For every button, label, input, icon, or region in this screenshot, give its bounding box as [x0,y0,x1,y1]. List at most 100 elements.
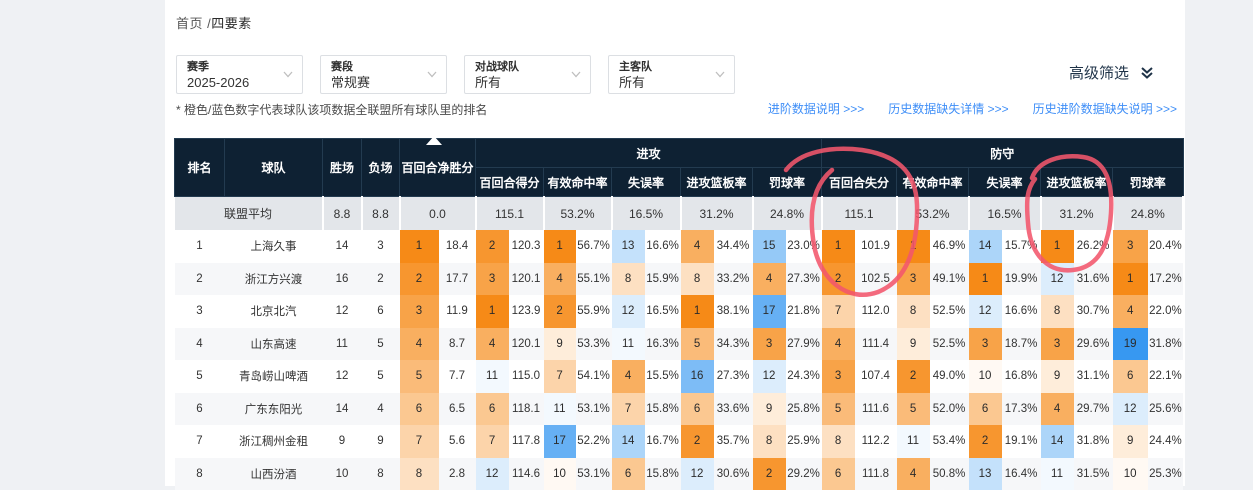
stat-rank-cell: 5 [681,328,714,361]
stat-value-cell: 16.5% [645,295,681,328]
advanced-filter-label: 高级筛选 [1069,62,1129,83]
stat-value-cell: 24.4% [1148,425,1183,458]
stat-rank-cell: 8 [753,425,786,458]
stat-rank-cell: 11 [544,393,576,426]
column-header-wins[interactable]: 胜场 [323,139,362,197]
stat-value-cell: 112.0 [855,295,897,328]
column-header-def-points-per100[interactable]: 百回合失分 [822,168,897,197]
column-header-off-points-per100[interactable]: 百回合得分 [476,168,544,197]
team-wins-cell: 10 [323,458,362,490]
filter-home-away-value: 所有 [619,74,724,91]
advanced-filter-button[interactable]: 高级筛选 [1069,62,1155,83]
stat-value-cell: 53.4% [930,425,969,458]
team-rank-cell: 3 [175,295,225,328]
stat-rank-cell: 10 [1113,458,1148,490]
column-header-off-oreb-rate[interactable]: 进攻篮板率 [681,168,753,197]
stat-rank-cell: 3 [753,328,786,361]
rank-color-legend-note: * 橙色/蓝色数字代表球队该项数据全联盟所有球队里的排名 [176,101,487,118]
column-header-losses[interactable]: 负场 [362,139,400,197]
stat-rank-cell: 6 [1113,360,1148,393]
stat-rank-cell: 8 [1041,295,1074,328]
column-header-off-efg[interactable]: 有效命中率 [544,168,612,197]
team-wins-cell: 11 [323,328,362,361]
stat-value-cell: 16.6% [645,230,681,263]
stat-value-cell: 53.3% [576,328,612,361]
filter-season-value: 2025-2026 [187,74,292,91]
stat-value-cell: 27.3% [786,263,822,296]
team-row: 8山西汾酒10882.812114.61053.1%615.8%1230.6%2… [175,458,1184,490]
stat-rank-cell: 7 [612,393,645,426]
column-header-def-efg[interactable]: 有效命中率 [897,168,969,197]
column-header-off-ft-rate[interactable]: 罚球率 [753,168,822,197]
filter-home-away-select[interactable]: 主客队 所有 [608,55,735,94]
team-row: 5青岛崂山啤酒12557.711115.0754.1%415.5%1627.3%… [175,360,1184,393]
league-average-value: 31.2% [681,197,753,231]
stat-rank-cell: 14 [1041,425,1074,458]
stat-rank-cell: 4 [897,458,930,490]
column-header-net-rating-per100[interactable]: 百回合净胜分 [400,139,476,197]
team-rank-cell: 1 [175,230,225,263]
stat-value-cell: 52.5% [930,328,969,361]
stat-rank-cell: 4 [1041,393,1074,426]
team-name-cell[interactable]: 浙江稠州金租 [225,425,323,458]
team-row: 6广东东阳光14466.56118.11153.1%715.8%633.6%92… [175,393,1184,426]
team-name-cell[interactable]: 上海久事 [225,230,323,263]
stat-rank-cell: 2 [400,263,439,296]
column-header-rank[interactable]: 排名 [175,139,225,197]
stat-rank-cell: 12 [612,295,645,328]
stat-rank-cell: 12 [753,360,786,393]
team-name-cell[interactable]: 青岛崂山啤酒 [225,360,323,393]
content-panel: 首页 /四要素 赛季 2025-2026 赛段 常规赛 对战球队 所有 主客队 … [165,0,1185,486]
stat-rank-cell: 4 [612,360,645,393]
column-header-off-tov-rate[interactable]: 失误率 [612,168,681,197]
team-name-cell[interactable]: 浙江方兴渡 [225,263,323,296]
stat-rank-cell: 9 [1113,425,1148,458]
link-history-advanced-missing-info[interactable]: 历史进阶数据缺失说明 >>> [1033,100,1177,117]
column-header-def-ft-rate[interactable]: 罚球率 [1113,168,1183,197]
breadcrumb-home[interactable]: 首页 / [176,16,211,31]
stat-value-cell: 17.7 [439,263,476,296]
sort-indicator-icon [426,136,442,145]
league-average-value: 31.2% [1041,197,1113,231]
stat-rank-cell: 9 [1041,360,1074,393]
link-history-missing-details[interactable]: 历史数据缺失详情 >>> [888,100,1008,117]
four-factors-table: 排名 球队 胜场 负场 百回合净胜分 进攻 防守 百回合得分 有效命中率 失误率… [174,138,1184,490]
stat-rank-cell: 1 [544,230,576,263]
stat-rank-cell: 2 [476,230,509,263]
filter-opponent-value: 所有 [475,74,580,91]
stat-value-cell: 21.8% [786,295,822,328]
column-header-def-tov-rate[interactable]: 失误率 [969,168,1041,197]
stat-value-cell: 18.7% [1002,328,1041,361]
column-header-team[interactable]: 球队 [225,139,323,197]
stat-value-cell: 27.3% [714,360,753,393]
team-losses-cell: 4 [362,393,400,426]
stat-value-cell: 33.6% [714,393,753,426]
filter-stage-select[interactable]: 赛段 常规赛 [320,55,447,94]
stat-value-cell: 16.8% [1002,360,1041,393]
stat-rank-cell: 12 [476,458,509,490]
filter-season-select[interactable]: 赛季 2025-2026 [176,55,303,94]
stat-rank-cell: 7 [476,425,509,458]
stat-value-cell: 19.1% [1002,425,1041,458]
team-wins-cell: 14 [323,393,362,426]
stat-value-cell: 15.7% [1002,230,1041,263]
stat-value-cell: 49.1% [930,263,969,296]
team-name-cell[interactable]: 山东高速 [225,328,323,361]
stat-value-cell: 29.7% [1074,393,1113,426]
chevron-down-icon [571,69,581,79]
team-name-cell[interactable]: 广东东阳光 [225,393,323,426]
stat-rank-cell: 3 [822,360,855,393]
league-average-value: 16.5% [612,197,681,231]
team-wins-cell: 9 [323,425,362,458]
group-header-offense: 进攻 [476,139,822,168]
group-header-defense: 防守 [822,139,1183,168]
team-name-cell[interactable]: 北京北汽 [225,295,323,328]
stat-rank-cell: 16 [681,360,714,393]
filter-opponent-select[interactable]: 对战球队 所有 [464,55,591,94]
league-average-value: 53.2% [897,197,969,231]
team-row: 4山东高速11548.74120.1953.3%1116.3%534.3%327… [175,328,1184,361]
link-advanced-data-info[interactable]: 进阶数据说明 >>> [768,100,864,117]
stat-value-cell: 30.6% [714,458,753,490]
column-header-def-oreb-rate[interactable]: 进攻篮板率 [1041,168,1113,197]
team-name-cell[interactable]: 山西汾酒 [225,458,323,490]
